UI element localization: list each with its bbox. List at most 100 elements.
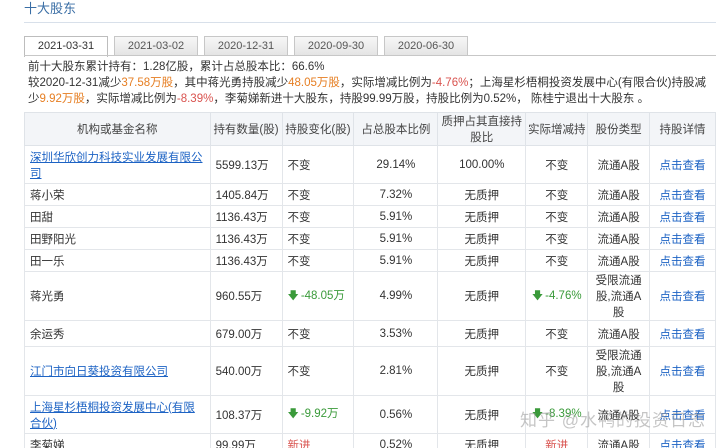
pledge-cell: 无质押 bbox=[437, 227, 527, 250]
top-ten-holders-table: 机构或基金名称 持有数量(股) 持股变化(股) 占总股本比例 质押占其直接持股比… bbox=[24, 112, 716, 448]
change-cell: 不变 bbox=[281, 227, 355, 250]
table-row: 田一乐 1136.43万 不变 5.91% 无质押 不变 流通A股 点击查看 bbox=[24, 249, 716, 272]
summary-text: ，其中蒋光勇持股减少 bbox=[173, 77, 289, 89]
column-header-ratio: 占总股本比例 bbox=[353, 112, 439, 146]
change-cell: 不变 bbox=[281, 205, 355, 228]
ratio-cell: 0.56% bbox=[353, 395, 439, 434]
pledge-cell: 无质押 bbox=[437, 205, 527, 228]
change-value: -48.05万 bbox=[300, 289, 345, 302]
pledge-cell: 无质押 bbox=[437, 433, 527, 448]
holder-name-cell: 蒋光勇 bbox=[24, 271, 211, 321]
holder-name-cell: 田甜 bbox=[24, 205, 211, 228]
tab-2021-03-02[interactable]: 2021-03-02 bbox=[114, 36, 198, 56]
share-type-cell: 流通A股 bbox=[587, 433, 651, 448]
holder-name-cell: 上海星杉梧桐投资发展中心(有限合伙) bbox=[24, 395, 211, 434]
summary-total-ratio: 66.6% bbox=[291, 61, 325, 73]
column-header-pledge: 质押占其直接持股比 bbox=[437, 112, 527, 146]
qty-cell: 679.00万 bbox=[209, 320, 283, 347]
share-type-cell: 流通A股 bbox=[587, 205, 651, 228]
detail-link[interactable]: 点击查看 bbox=[649, 205, 716, 228]
actual-cell: 🡇 -4.76% bbox=[525, 271, 589, 321]
holder-name-cell: 田野阳光 bbox=[24, 227, 211, 250]
column-header-actual: 实际增减持 bbox=[525, 112, 589, 146]
actual-value: -4.76% bbox=[545, 289, 582, 302]
pledge-cell: 100.00% bbox=[437, 145, 527, 184]
table-row: 蒋光勇 960.55万 🡇 -48.05万 4.99% 无质押 🡇 -4.76% 受… bbox=[24, 271, 716, 321]
summary-jiang-ratio: -4.76% bbox=[431, 77, 469, 89]
qty-cell: 1136.43万 bbox=[209, 227, 283, 250]
zhihu-watermark: 知乎 @水鸭的投资日志 bbox=[520, 411, 706, 430]
holder-name-cell: 余运秀 bbox=[24, 320, 211, 347]
summary-text: ，李菊娣新进十大股东，持股99.99万股，持股比例为0.52%， 陈桂宁退出十大… bbox=[213, 93, 650, 105]
holder-name-link[interactable]: 上海星杉梧桐投资发展中心(有限合伙) bbox=[30, 402, 195, 430]
summary-text: ，实际增减比例为 bbox=[339, 77, 432, 89]
change-cell: 不变 bbox=[281, 249, 355, 272]
pledge-cell: 无质押 bbox=[437, 346, 527, 396]
summary-text: ，实际增减比例为 bbox=[84, 93, 177, 105]
actual-cell: 新进 bbox=[525, 433, 589, 448]
detail-link[interactable]: 点击查看 bbox=[649, 227, 716, 250]
column-header-qty: 持有数量(股) bbox=[209, 112, 283, 146]
table-row: 田甜 1136.43万 不变 5.91% 无质押 不变 流通A股 点击查看 bbox=[24, 205, 716, 228]
column-header-detail: 持股详情 bbox=[649, 112, 716, 146]
ratio-cell: 5.91% bbox=[353, 249, 439, 272]
table-row: 江门市向日葵投资有限公司 540.00万 不变 2.81% 无质押 不变 受限流… bbox=[24, 346, 716, 396]
tabs-divider bbox=[24, 55, 716, 56]
table-row: 田野阳光 1136.43万 不变 5.91% 无质押 不变 流通A股 点击查看 bbox=[24, 227, 716, 250]
arrow-down-icon: 🡇 bbox=[287, 289, 299, 302]
share-type-cell: 流通A股 bbox=[587, 320, 651, 347]
actual-cell: 不变 bbox=[525, 205, 589, 228]
detail-link[interactable]: 点击查看 bbox=[649, 145, 716, 184]
detail-link[interactable]: 点击查看 bbox=[649, 271, 716, 321]
ratio-cell: 2.81% bbox=[353, 346, 439, 396]
title-divider bbox=[24, 22, 716, 23]
holder-name-link[interactable]: 深圳华欣创力科技实业发展有限公司 bbox=[30, 152, 203, 180]
detail-link[interactable]: 点击查看 bbox=[649, 249, 716, 272]
change-cell: 🡇 -48.05万 bbox=[281, 271, 355, 321]
detail-link[interactable]: 点击查看 bbox=[649, 433, 716, 448]
column-header-type: 股份类型 bbox=[587, 112, 651, 146]
qty-cell: 99.99万 bbox=[209, 433, 283, 448]
detail-link[interactable]: 点击查看 bbox=[649, 346, 716, 396]
arrow-down-icon: 🡇 bbox=[287, 408, 299, 420]
actual-cell: 不变 bbox=[525, 227, 589, 250]
change-cell: 不变 bbox=[281, 346, 355, 396]
tab-2021-03-31[interactable]: 2021-03-31 bbox=[24, 36, 108, 57]
qty-cell: 5599.13万 bbox=[209, 145, 283, 184]
actual-cell: 不变 bbox=[525, 320, 589, 347]
holder-name-cell: 深圳华欣创力科技实业发展有限公司 bbox=[24, 145, 211, 184]
summary-total-shares: 1.28亿股 bbox=[143, 61, 189, 73]
share-type-cell: 流通A股 bbox=[587, 183, 651, 206]
table-row: 余运秀 679.00万 不变 3.53% 无质押 不变 流通A股 点击查看 bbox=[24, 320, 716, 347]
qty-cell: 1136.43万 bbox=[209, 249, 283, 272]
summary-text: ，累计占总股本比： bbox=[188, 61, 292, 73]
pledge-cell: 无质押 bbox=[437, 271, 527, 321]
holder-name-link[interactable]: 江门市向日葵投资有限公司 bbox=[30, 366, 168, 378]
ratio-cell: 5.91% bbox=[353, 227, 439, 250]
summary-shanghai-reduce: 9.92万股 bbox=[39, 93, 85, 105]
detail-link[interactable]: 点击查看 bbox=[649, 320, 716, 347]
tab-2020-12-31[interactable]: 2020-12-31 bbox=[204, 36, 288, 56]
qty-cell: 108.37万 bbox=[209, 395, 283, 434]
holder-name-cell: 田一乐 bbox=[24, 249, 211, 272]
table-header-row: 机构或基金名称 持有数量(股) 持股变化(股) 占总股本比例 质押占其直接持股比… bbox=[24, 112, 716, 146]
table-row: 深圳华欣创力科技实业发展有限公司 5599.13万 不变 29.14% 100.… bbox=[24, 145, 716, 184]
share-type-cell: 受限流通股,流通A股 bbox=[587, 346, 651, 396]
qty-cell: 540.00万 bbox=[209, 346, 283, 396]
pledge-cell: 无质押 bbox=[437, 183, 527, 206]
table-row: 蒋小荣 1405.84万 不变 7.32% 无质押 不变 流通A股 点击查看 bbox=[24, 183, 716, 206]
summary-text: 前十大股东累计持有： bbox=[28, 61, 143, 73]
detail-link[interactable]: 点击查看 bbox=[649, 183, 716, 206]
share-type-cell: 流通A股 bbox=[587, 249, 651, 272]
holder-name-cell: 蒋小荣 bbox=[24, 183, 211, 206]
actual-cell: 不变 bbox=[525, 249, 589, 272]
ratio-cell: 29.14% bbox=[353, 145, 439, 184]
tab-2020-06-30[interactable]: 2020-06-30 bbox=[384, 36, 468, 56]
tab-2020-09-30[interactable]: 2020-09-30 bbox=[294, 36, 378, 56]
table-row: 李菊娣 99.99万 新进 0.52% 无质押 新进 流通A股 点击查看 bbox=[24, 433, 716, 448]
pledge-cell: 无质押 bbox=[437, 249, 527, 272]
actual-cell: 不变 bbox=[525, 145, 589, 184]
change-cell: 🡇 -9.92万 bbox=[281, 395, 355, 434]
pledge-cell: 无质押 bbox=[437, 395, 527, 434]
column-header-name: 机构或基金名称 bbox=[24, 112, 211, 146]
